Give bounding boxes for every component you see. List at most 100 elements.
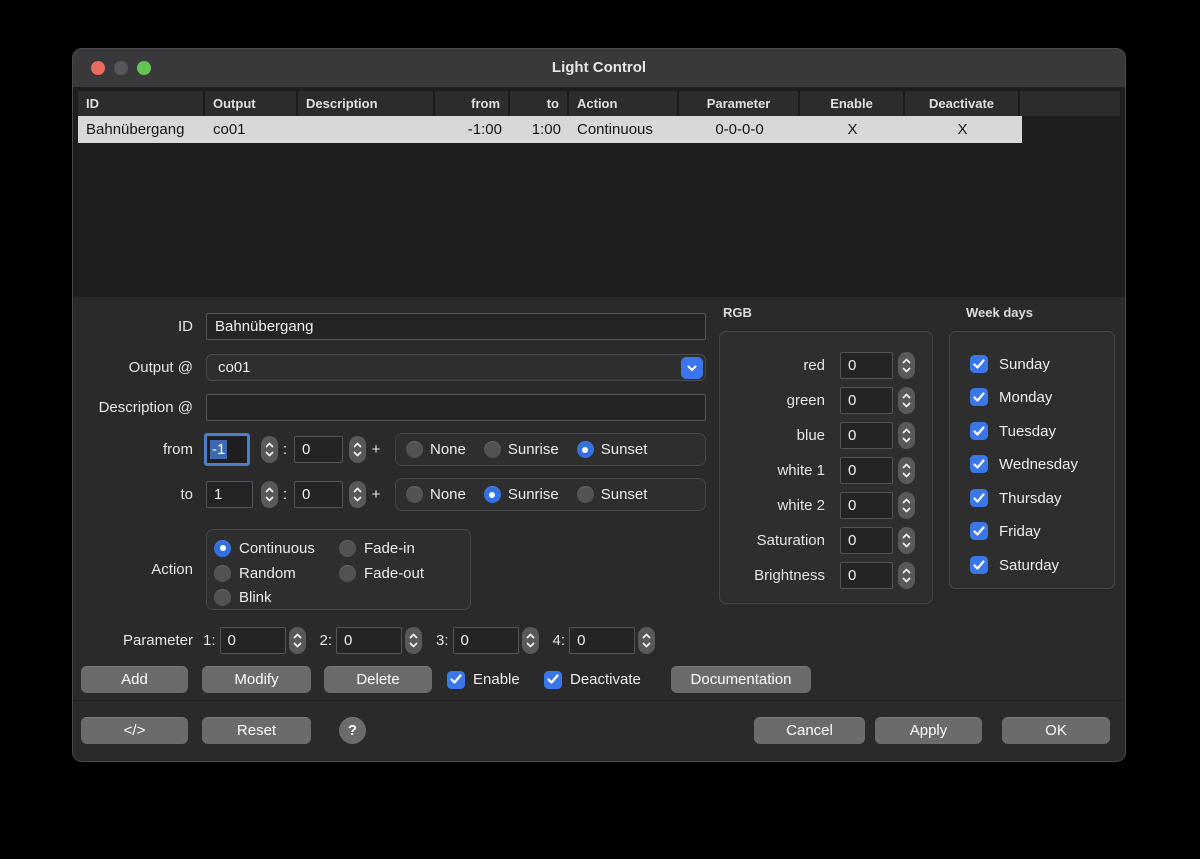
parameter-4-field[interactable]: 0 [569,627,635,654]
white2-stepper[interactable] [898,492,915,519]
to-hour-stepper[interactable] [261,481,278,508]
checkbox-friday[interactable]: Friday [970,521,1041,541]
add-button[interactable]: Add [81,666,188,693]
col-header-to[interactable]: to [510,91,569,116]
blue-stepper[interactable] [898,422,915,449]
delete-button[interactable]: Delete [324,666,432,693]
col-header-output[interactable]: Output [205,91,298,116]
to-hour-field[interactable]: 1 [206,481,253,508]
green-stepper[interactable] [898,387,915,414]
red-stepper[interactable] [898,352,915,379]
brightness-field[interactable]: 0 [840,562,893,589]
parameter-1-field[interactable]: 0 [220,627,286,654]
check-icon [973,459,985,470]
from-minute-value: 0 [302,441,310,458]
to-minute-field[interactable]: 0 [294,481,343,508]
action-blink[interactable]: Blink [214,587,272,607]
week-days-title: Week days [966,305,1033,320]
green-field[interactable]: 0 [840,387,893,414]
up-down-chevrons-icon [408,629,419,652]
cancel-button[interactable]: Cancel [754,717,865,744]
action-fade-in[interactable]: Fade-in [339,538,415,558]
colon-separator: : [280,481,290,508]
white2-field[interactable]: 0 [840,492,893,519]
parameter-label: Parameter [73,627,193,654]
reset-button[interactable]: Reset [202,717,311,744]
from-minute-stepper[interactable] [349,436,366,463]
radio-icon [484,486,501,503]
checkbox-icon [970,489,988,507]
from-hour-field[interactable]: -1 [204,433,250,466]
radio-label: Fade-out [364,565,424,582]
col-header-action[interactable]: Action [569,91,679,116]
checkbox-label: Saturday [999,557,1059,574]
enable-checkbox[interactable]: Enable [447,666,520,693]
white1-field[interactable]: 0 [840,457,893,484]
saturation-value: 0 [848,532,856,549]
action-continuous[interactable]: Continuous [214,538,315,558]
ok-button[interactable]: OK [1002,717,1110,744]
action-random[interactable]: Random [214,563,296,583]
radio-icon [484,441,501,458]
saturation-field[interactable]: 0 [840,527,893,554]
red-field[interactable]: 0 [840,352,893,379]
parameter-4-stepper[interactable] [638,627,655,654]
blue-label: blue [720,427,825,444]
white1-stepper[interactable] [898,457,915,484]
col-header-description[interactable]: Description [298,91,435,116]
col-header-parameter[interactable]: Parameter [679,91,800,116]
up-down-chevrons-icon [292,629,303,652]
parameter-2-stepper[interactable] [405,627,422,654]
checkbox-sunday[interactable]: Sunday [970,354,1050,374]
brightness-value: 0 [848,567,856,584]
radio-label: Fade-in [364,540,415,557]
from-hour-stepper[interactable] [261,436,278,463]
action-fade-out[interactable]: Fade-out [339,563,424,583]
from-offset-none[interactable]: None [406,441,466,458]
from-offset-sunrise[interactable]: Sunrise [484,441,559,458]
col-header-deactivate[interactable]: Deactivate [905,91,1020,116]
from-minute-field[interactable]: 0 [294,436,343,463]
documentation-button[interactable]: Documentation [671,666,811,693]
titlebar[interactable]: Light Control [73,49,1125,88]
output-select[interactable]: co01 [206,354,706,381]
from-offset-sunset[interactable]: Sunset [577,441,648,458]
up-down-chevrons-icon [901,494,912,517]
help-button[interactable]: ? [339,717,366,744]
blue-field[interactable]: 0 [840,422,893,449]
cell-from: -1:00 [435,116,510,143]
check-icon [450,674,462,685]
table-row[interactable]: Bahnübergang co01 -1:00 1:00 Continuous … [78,116,1022,143]
checkbox-wednesday[interactable]: Wednesday [970,454,1078,474]
to-offset-none[interactable]: None [406,486,466,503]
description-input[interactable] [206,394,706,421]
to-minute-stepper[interactable] [349,481,366,508]
parameter-2-field[interactable]: 0 [336,627,402,654]
parameter-3-stepper[interactable] [522,627,539,654]
modify-button[interactable]: Modify [202,666,311,693]
checkbox-icon [970,455,988,473]
checkbox-thursday[interactable]: Thursday [970,488,1062,508]
id-input[interactable] [206,313,706,340]
checkbox-tuesday[interactable]: Tuesday [970,421,1056,441]
to-offset-sunset[interactable]: Sunset [577,486,648,503]
checkbox-saturday[interactable]: Saturday [970,555,1059,575]
radio-label: None [430,441,466,458]
from-label: from [73,436,193,463]
id-label: ID [73,313,193,340]
deactivate-checkbox[interactable]: Deactivate [544,666,641,693]
parameter-3-field[interactable]: 0 [453,627,519,654]
checkbox-icon [970,422,988,440]
col-header-from[interactable]: from [435,91,510,116]
to-offset-sunrise[interactable]: Sunrise [484,486,559,503]
code-view-button[interactable]: </> [81,717,188,744]
brightness-stepper[interactable] [898,562,915,589]
up-down-chevrons-icon [901,424,912,447]
saturation-stepper[interactable] [898,527,915,554]
apply-button[interactable]: Apply [875,717,982,744]
checkbox-label: Sunday [999,356,1050,373]
parameter-1-stepper[interactable] [289,627,306,654]
checkbox-monday[interactable]: Monday [970,387,1052,407]
col-header-id[interactable]: ID [78,91,205,116]
col-header-enable[interactable]: Enable [800,91,905,116]
